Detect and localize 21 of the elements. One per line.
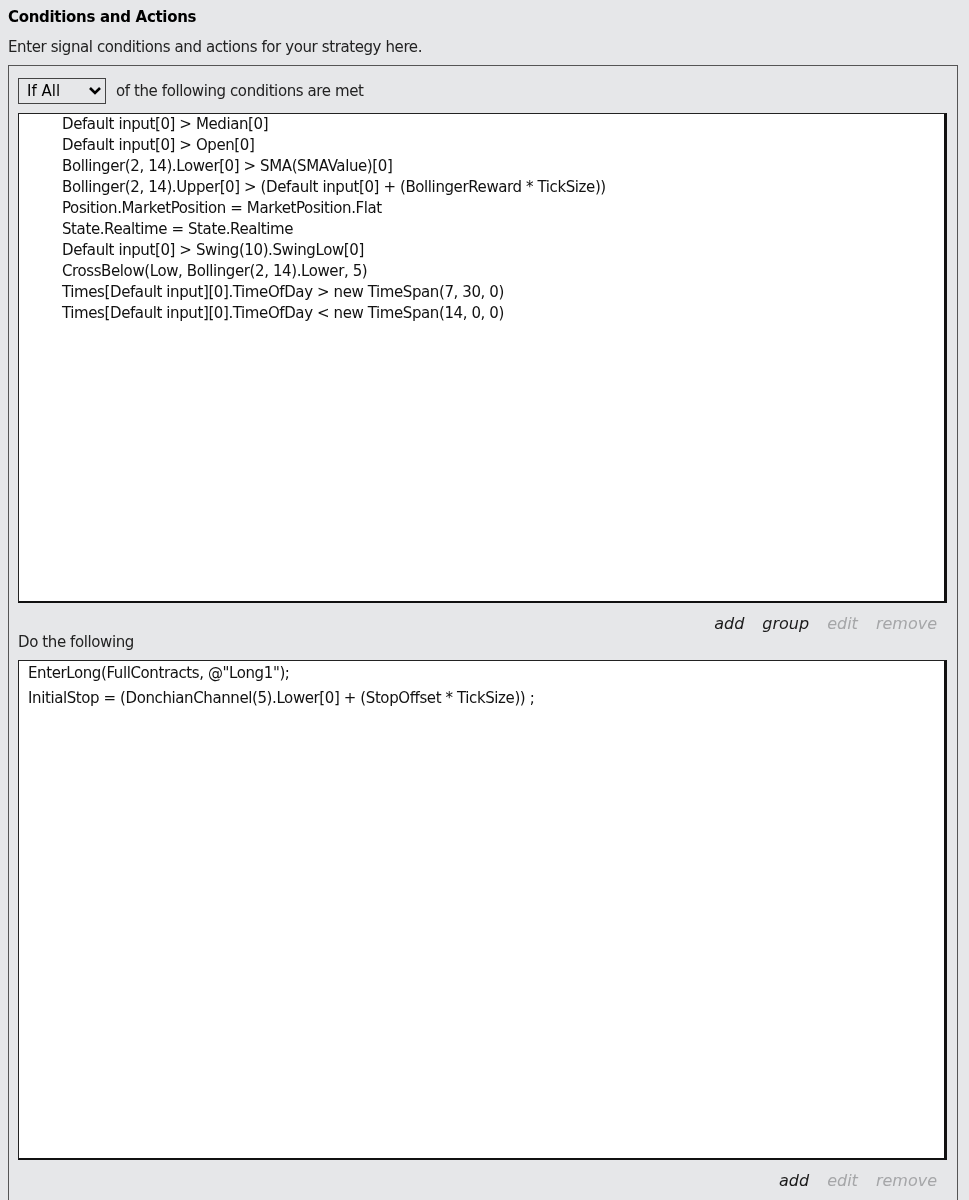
condition-item[interactable]: Times[Default input][0].TimeOfDay > new TimeSpan(7, 30, 0)	[62, 282, 944, 303]
condition-item[interactable]: Position.MarketPosition = MarketPosition.Flat	[62, 198, 944, 219]
condition-item[interactable]: CrossBelow(Low, Bollinger(2, 14).Lower, 5)	[62, 261, 944, 282]
condition-item[interactable]: Times[Default input][0].TimeOfDay < new TimeSpan(14, 0, 0)	[62, 303, 944, 324]
action-link[interactable]: add	[714, 613, 745, 633]
section-title: Conditions and Actions	[8, 7, 198, 28]
condition-item[interactable]: Bollinger(2, 14).Lower[0] > SMA(SMAValue)[0]	[62, 156, 944, 177]
condition-item[interactable]: Bollinger(2, 14).Upper[0] > (Default input[0] + (BollingerReward * TickSize))	[62, 177, 944, 198]
condition-item[interactable]: Default input[0] > Median[0]	[62, 114, 944, 135]
actions-label: Do the following	[18, 633, 135, 651]
condition-item[interactable]: Default input[0] > Open[0]	[62, 135, 944, 156]
condition-item[interactable]: State.Realtime = State.Realtime	[62, 219, 944, 240]
action-link[interactable]: group	[762, 613, 810, 633]
action-link[interactable]: add	[779, 1170, 810, 1190]
section-description: Enter signal conditions and actions for your strategy here.	[8, 38, 424, 56]
match-label: of the following conditions are met	[116, 82, 364, 100]
match-select[interactable]: If All	[18, 78, 106, 104]
condition-item[interactable]: Default input[0] > Swing(10).SwingLow[0]	[62, 240, 944, 261]
action-item[interactable]: EnterLong(FullContracts, @"Long1");	[28, 661, 944, 686]
action-item[interactable]: InitialStop = (DonchianChannel(5).Lower[0] + (StopOffset * TickSize)) ;	[28, 686, 944, 711]
chevron-down-icon	[88, 86, 102, 96]
